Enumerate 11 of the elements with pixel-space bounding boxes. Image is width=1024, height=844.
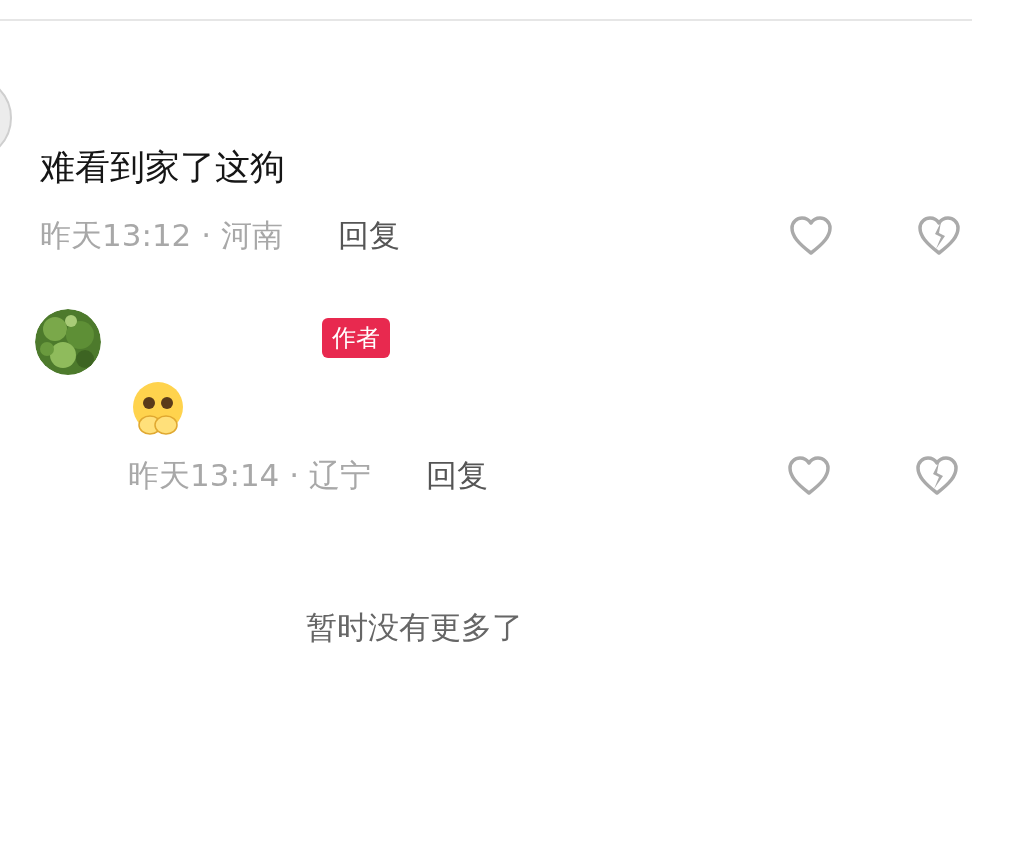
reply-link[interactable]: 回复 [425, 455, 488, 497]
end-of-list-text: 暂时没有更多了 [306, 608, 523, 647]
heart-icon[interactable] [786, 455, 832, 497]
heart-icon[interactable] [788, 215, 834, 257]
comment-time: 昨天13:14 · 辽宁 [128, 456, 371, 495]
broken-heart-icon[interactable] [916, 215, 962, 257]
comment-text: 难看到家了这狗 [40, 146, 286, 189]
author-badge: 作者 [322, 318, 390, 358]
broken-heart-icon[interactable] [914, 455, 960, 497]
comment-time: 昨天13:12 · 河南 [40, 216, 283, 255]
reply-link[interactable]: 回复 [337, 215, 400, 257]
